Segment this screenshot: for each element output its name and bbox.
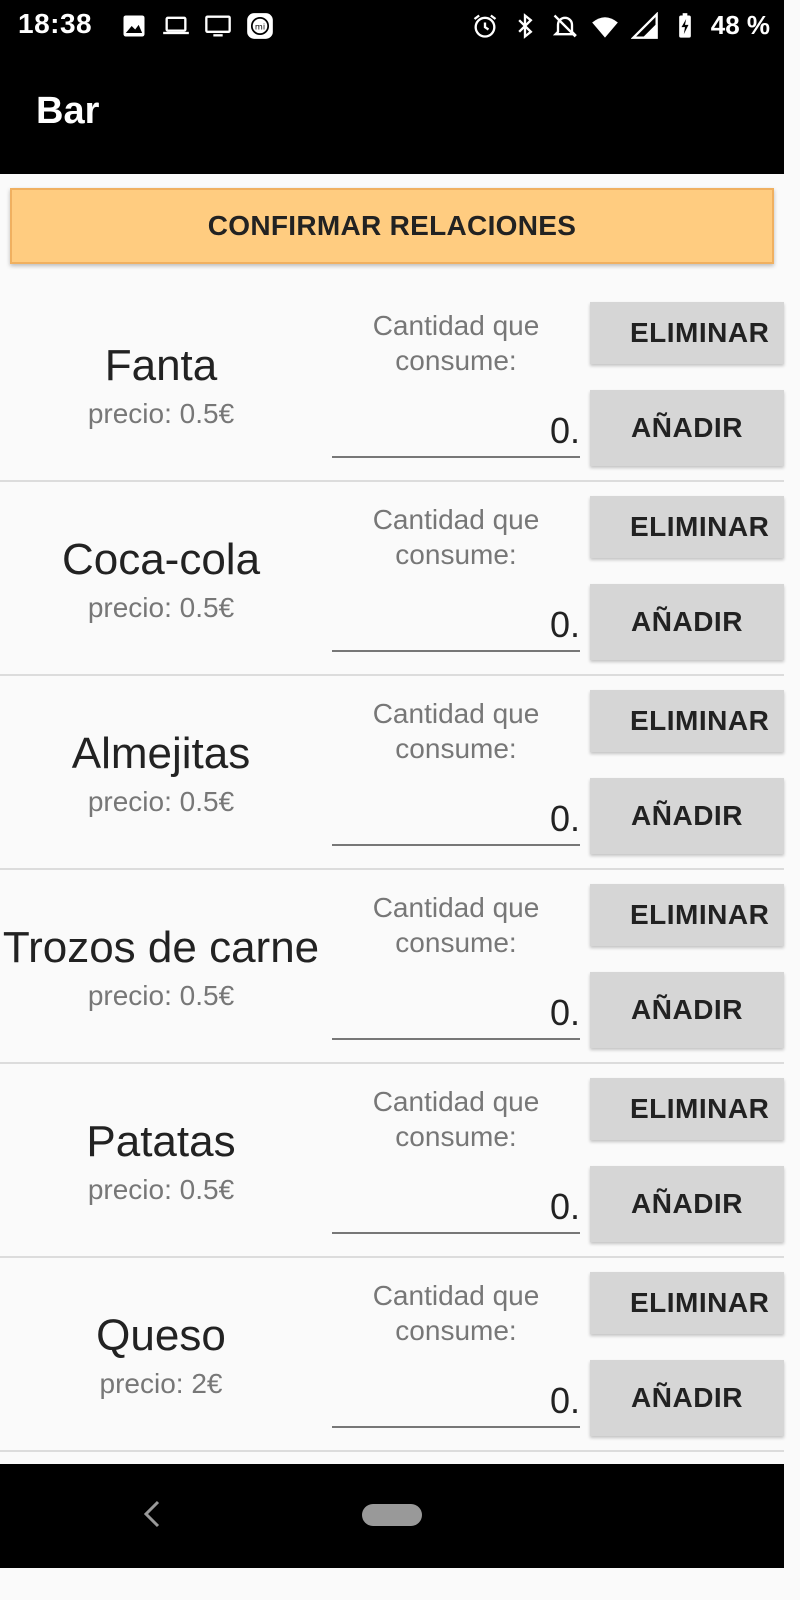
quantity-label: Cantidad que consume: bbox=[372, 1280, 540, 1346]
delete-button[interactable]: ELIMINAR bbox=[590, 302, 784, 364]
status-time: 18:38 bbox=[18, 8, 93, 39]
add-button[interactable]: AÑADIR bbox=[590, 972, 784, 1048]
list-item: Almejitas precio: 0.5€ Cantidad que cons… bbox=[0, 676, 784, 870]
notifications-off-icon bbox=[552, 14, 577, 37]
battery-percent: 48 % bbox=[710, 10, 770, 40]
wifi-icon bbox=[591, 15, 618, 38]
quantity-input[interactable] bbox=[332, 988, 580, 1040]
quantity-input[interactable] bbox=[332, 1182, 580, 1234]
list-item: Queso precio: 2€ Cantidad que consume: E… bbox=[0, 1258, 784, 1452]
add-button[interactable]: AÑADIR bbox=[590, 778, 784, 854]
back-icon[interactable] bbox=[140, 1494, 164, 1534]
list-item: Patatas precio: 0.5€ Cantidad que consum… bbox=[0, 1064, 784, 1258]
item-price: precio: 0.5€ bbox=[87, 980, 235, 1011]
battery-icon bbox=[678, 12, 691, 38]
item-name: Fanta bbox=[104, 341, 218, 390]
delete-button[interactable]: ELIMINAR bbox=[590, 1078, 784, 1140]
cast-icon bbox=[205, 15, 231, 37]
confirm-relations-button[interactable]: CONFIRMAR RELACIONES bbox=[10, 188, 774, 264]
alarm-icon bbox=[473, 14, 496, 38]
navigation-bar bbox=[0, 1464, 784, 1568]
delete-button[interactable]: ELIMINAR bbox=[590, 496, 784, 558]
item-name: Coca-cola bbox=[61, 535, 261, 584]
list-item: Coca-cola precio: 0.5€ Cantidad que cons… bbox=[0, 482, 784, 676]
add-button[interactable]: AÑADIR bbox=[590, 1360, 784, 1436]
list-item: Fanta precio: 0.5€ Cantidad que consume:… bbox=[0, 288, 784, 482]
item-info: Trozos de carne precio: 0.5€ bbox=[0, 870, 322, 1062]
app-bar: Bar bbox=[0, 52, 784, 174]
add-button[interactable]: AÑADIR bbox=[590, 390, 784, 466]
item-info: Patatas precio: 0.5€ bbox=[0, 1064, 322, 1256]
item-price: precio: 0.5€ bbox=[87, 398, 235, 429]
quantity-input[interactable] bbox=[332, 406, 580, 458]
item-price: precio: 0.5€ bbox=[87, 786, 235, 817]
delete-button[interactable]: ELIMINAR bbox=[590, 1272, 784, 1334]
status-bar: 18:38 mi 48 % bbox=[0, 0, 784, 52]
quantity-input[interactable] bbox=[332, 600, 580, 652]
list-item: Trozos de carne precio: 0.5€ Cantidad qu… bbox=[0, 870, 784, 1064]
quantity-input[interactable] bbox=[332, 1376, 580, 1428]
image-icon bbox=[123, 15, 145, 37]
item-name: Almejitas bbox=[71, 729, 251, 778]
item-name: Trozos de carne bbox=[2, 923, 320, 972]
item-price: precio: 0.5€ bbox=[87, 1174, 235, 1205]
status-icons-right: 48 % bbox=[471, 10, 770, 41]
item-name: Patatas bbox=[86, 1117, 236, 1166]
quantity-label: Cantidad que consume: bbox=[372, 892, 540, 958]
signal-icon bbox=[630, 11, 658, 39]
mi-icon: mi bbox=[247, 13, 273, 39]
item-price: precio: 0.5€ bbox=[87, 592, 235, 623]
page-title: Bar bbox=[36, 90, 100, 132]
item-info: Queso precio: 2€ bbox=[0, 1258, 322, 1450]
quantity-label: Cantidad que consume: bbox=[372, 504, 540, 570]
status-icons-left: mi bbox=[120, 12, 274, 40]
bluetooth-icon bbox=[518, 12, 533, 39]
add-button[interactable]: AÑADIR bbox=[590, 584, 784, 660]
quantity-label: Cantidad que consume: bbox=[372, 310, 540, 376]
item-info: Coca-cola precio: 0.5€ bbox=[0, 482, 322, 674]
quantity-label: Cantidad que consume: bbox=[372, 698, 540, 764]
item-info: Almejitas precio: 0.5€ bbox=[0, 676, 322, 868]
svg-text:mi: mi bbox=[255, 22, 265, 32]
delete-button[interactable]: ELIMINAR bbox=[590, 690, 784, 752]
item-name: Queso bbox=[96, 1311, 226, 1360]
item-list: Fanta precio: 0.5€ Cantidad que consume:… bbox=[0, 288, 784, 1452]
home-pill-icon[interactable] bbox=[362, 1504, 422, 1526]
delete-button[interactable]: ELIMINAR bbox=[590, 884, 784, 946]
item-info: Fanta precio: 0.5€ bbox=[0, 288, 322, 480]
quantity-label: Cantidad que consume: bbox=[372, 1086, 540, 1152]
laptop-icon bbox=[163, 16, 189, 35]
quantity-input[interactable] bbox=[332, 794, 580, 846]
add-button[interactable]: AÑADIR bbox=[590, 1166, 784, 1242]
item-price: precio: 2€ bbox=[99, 1368, 223, 1399]
